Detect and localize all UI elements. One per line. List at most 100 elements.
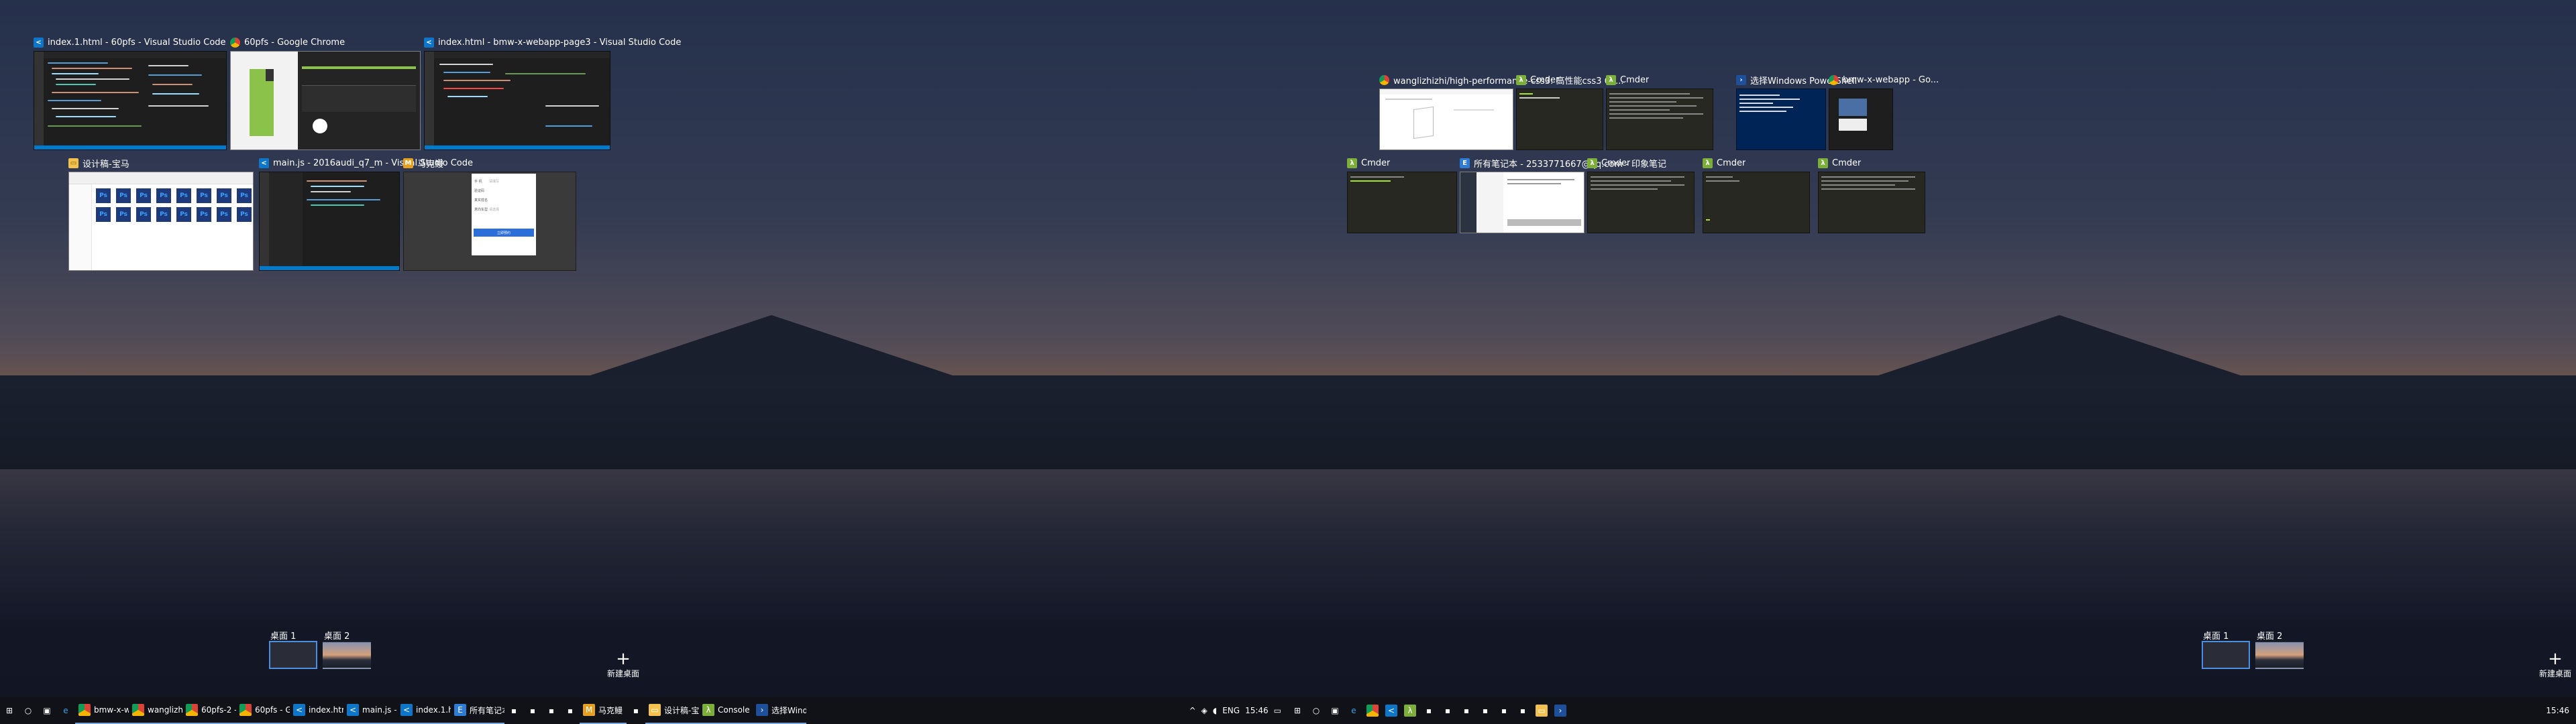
search-button[interactable]: ○ — [1307, 697, 1326, 724]
pinned-app[interactable]: ▪ — [1457, 697, 1476, 724]
window-evernote[interactable]: E 所有笔记本 - 2533771667@qq.com - 印象笔记 — [1460, 156, 1666, 233]
taskbar-task[interactable]: 60pfs-2 - ... — [182, 697, 236, 724]
taskbar-task[interactable]: bmw-x-we... — [75, 697, 129, 724]
edge-button[interactable]: e — [56, 697, 75, 724]
window-title: bmw-x-webapp - Go... — [1843, 74, 1939, 85]
app-icon: ▪ — [1482, 706, 1489, 715]
window-thumbnail — [1516, 88, 1603, 150]
window-cmder-4[interactable]: λ Cmder — [1587, 156, 1695, 233]
window-title-bar: bmw-x-webapp - Go... — [1829, 72, 1939, 87]
taskbar-task[interactable]: ›选择Wind... — [753, 697, 806, 724]
app-icon: ▪ — [511, 706, 517, 715]
window-vscode-bmw-page3[interactable]: < index.html - bmw-x-webapp-page3 - Visua… — [424, 35, 681, 150]
pinned-app[interactable]: ▪ — [1438, 697, 1457, 724]
window-cmder-6[interactable]: λ Cmder — [1818, 156, 1925, 233]
edge-icon: e — [63, 706, 68, 715]
taskbar-task[interactable]: <main.js - 2... — [343, 697, 397, 724]
clock[interactable]: 15:46 — [1245, 706, 1269, 715]
clock[interactable]: 15:46 — [2546, 706, 2569, 715]
cmder-button[interactable]: λ — [1401, 697, 1419, 724]
taskbar-task[interactable]: ▭设计稿-宝马 — [645, 697, 699, 724]
markman-icon: M — [583, 704, 595, 716]
pinned-app[interactable]: ▪ — [627, 697, 645, 724]
powershell-button[interactable]: › — [1551, 697, 1570, 724]
taskbar-task[interactable]: λ Console E... — [699, 697, 753, 724]
plus-icon: + — [616, 649, 631, 669]
window-cmder-5[interactable]: λ Cmder — [1703, 156, 1810, 233]
taskbar-task[interactable]: wanglizhi... — [129, 697, 182, 724]
system-tray: ^ ◈ ◖ ENG 15:46 ▭ — [1189, 697, 1288, 724]
task-label: 60pfs-2 - ... — [201, 705, 236, 715]
task-view-button[interactable]: ▣ — [1326, 697, 1344, 724]
pinned-app[interactable]: ▪ — [1495, 697, 1513, 724]
new-desktop-button[interactable]: + 新建桌面 — [2539, 650, 2571, 679]
task-label: wanglizhi... — [148, 705, 182, 715]
chrome-icon — [239, 704, 252, 716]
window-vscode-audi[interactable]: < main.js - 2016audi_q7_m - Visual Studio… — [259, 156, 473, 271]
window-thumbnail: 手 机 请填写 验证码 真实姓名 意向车型 请选择 立即预约 — [403, 172, 576, 271]
window-chrome-60pfs[interactable]: 60pfs - Google Chrome — [230, 35, 421, 150]
pinned-app[interactable]: ▪ — [542, 697, 561, 724]
window-cmder-2[interactable]: λ Cmder — [1606, 72, 1713, 150]
pinned-app[interactable]: ▪ — [523, 697, 542, 724]
window-title-bar: < index.html - bmw-x-webapp-page3 - Visua… — [424, 35, 681, 50]
new-desktop-button[interactable]: + 新建桌面 — [607, 650, 639, 679]
pinned-app[interactable]: ▪ — [1419, 697, 1438, 724]
window-title-bar: ▭ 设计稿-宝马 — [68, 156, 129, 170]
folder-icon: ▭ — [1536, 705, 1548, 717]
taskbar-task[interactable]: < index.html... — [290, 697, 343, 724]
desktop-2-thumbnail[interactable] — [323, 641, 371, 669]
taskbar-task[interactable]: M 马克鳗 — [580, 697, 627, 724]
task-view-button[interactable]: ▣ — [38, 697, 56, 724]
start-button[interactable]: ⊞ — [1288, 697, 1307, 724]
window-title: Cmder — [1620, 74, 1650, 85]
start-button[interactable]: ⊞ — [0, 697, 19, 724]
desktop-1-thumbnail[interactable] — [2202, 641, 2250, 669]
task-label: main.js - 2... — [362, 705, 397, 715]
taskbar-task[interactable]: <index.1.ht... — [397, 697, 451, 724]
window-vscode-index1[interactable]: < index.1.html - 60pfs - Visual Studio Co… — [34, 35, 227, 150]
folder-button[interactable]: ▭ — [1532, 697, 1551, 724]
taskbar-task[interactable]: 60pfs - Go... — [236, 697, 290, 724]
window-thumbnail — [1703, 172, 1810, 233]
chrome-button[interactable] — [1363, 697, 1382, 724]
taskbar-task[interactable]: E 所有笔记本... — [451, 697, 504, 724]
evernote-icon: E — [1460, 158, 1470, 168]
network-icon[interactable]: ◈ — [1201, 706, 1208, 715]
volume-icon[interactable]: ◖ — [1213, 706, 1217, 715]
task-label: 选择Wind... — [771, 705, 806, 715]
chrome-icon — [1829, 74, 1839, 85]
window-thumbnail — [1818, 172, 1925, 233]
language-indicator[interactable]: ENG — [1222, 706, 1240, 715]
window-explorer-design[interactable]: ▭ 设计稿-宝马 Ps Ps Ps Ps Ps Ps Ps Ps Ps Ps Ps… — [68, 156, 254, 271]
vscode-button[interactable]: < — [1382, 697, 1401, 724]
chevron-up-icon[interactable]: ^ — [1189, 706, 1196, 715]
pinned-app[interactable]: ▪ — [504, 697, 523, 724]
window-title: 60pfs - Google Chrome — [244, 37, 345, 48]
desktop-1-label: 桌面 1 — [2203, 631, 2229, 642]
window-cmder-3[interactable]: λ Cmder — [1347, 156, 1457, 233]
evernote-icon: E — [454, 704, 466, 716]
edge-button[interactable]: e — [1344, 697, 1363, 724]
desktop-1-thumbnail[interactable] — [269, 641, 317, 669]
window-markman[interactable]: M 马克鳗 手 机 请填写 验证码 真实姓名 意向车型 请选择 立即预约 — [403, 156, 576, 271]
pinned-app[interactable]: ▪ — [1513, 697, 1532, 724]
search-icon: ○ — [1312, 706, 1320, 715]
window-chrome-bmw[interactable]: bmw-x-webapp - Go... — [1829, 72, 1939, 150]
windows-logo-icon: ⊞ — [1293, 706, 1301, 715]
window-title-bar: < index.1.html - 60pfs - Visual Studio Co… — [34, 35, 226, 50]
window-thumbnail — [1460, 172, 1585, 233]
edge-icon: e — [1351, 706, 1356, 715]
window-powershell[interactable]: › 选择Windows PowerShell — [1736, 72, 1857, 150]
window-chrome-github[interactable]: wanglizhizhi/high-performance-css3: 高性能c… — [1379, 72, 1624, 150]
reserve-button[interactable]: 立即预约 — [474, 229, 534, 237]
pinned-app[interactable]: ▪ — [561, 697, 580, 724]
window-cmder-1[interactable]: λ Cmder — [1516, 72, 1603, 150]
pinned-app[interactable]: ▪ — [1476, 697, 1495, 724]
desktop-2-thumbnail[interactable] — [2255, 641, 2304, 669]
chrome-icon — [1366, 705, 1379, 717]
search-button[interactable]: ○ — [19, 697, 38, 724]
app-icon: ▪ — [1519, 706, 1526, 715]
desktop-2-label: 桌面 2 — [2257, 631, 2283, 642]
notification-icon[interactable]: ▭ — [1274, 706, 1281, 715]
